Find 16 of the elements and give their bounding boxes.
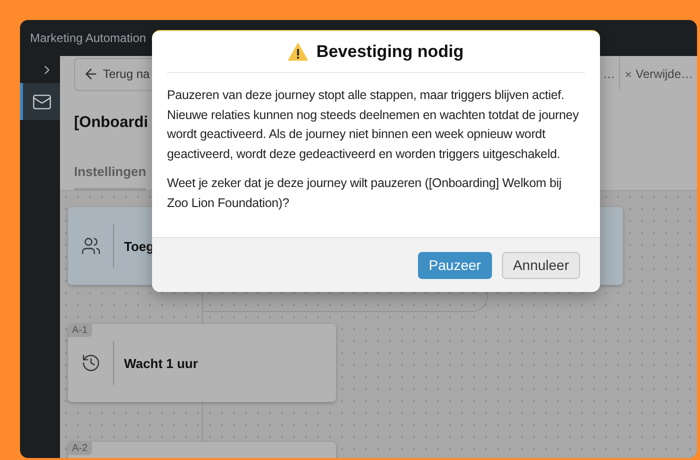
- node-card[interactable]: A-2: [68, 442, 336, 458]
- warning-icon: [288, 42, 308, 60]
- node-card[interactable]: A-1 Wacht 1 uur: [68, 324, 336, 402]
- history-icon: [80, 353, 100, 373]
- dialog-title: Bevestiging nodig: [316, 42, 464, 62]
- dialog-text: Pauzeren van deze journey stopt alle stappen, maar triggers blijven actief. Nieuwe relaties kunnen nog steeds deelnemen en wachten totdat de journey wordt geactiveerd. Als de journey niet binnen een week opnieuw wordt geactiveerd, wordt deze gedeactiveerd en worden triggers uitgeschakeld.: [167, 87, 580, 163]
- cancel-button[interactable]: Annuleer: [502, 252, 580, 278]
- page-title: [Onboardi: [74, 113, 148, 133]
- confirm-button[interactable]: Pauzeer: [418, 252, 492, 278]
- dialog-text: Weet je zeker dat je deze journey wilt pauzeren ([Onboarding] Welkom bij Zoo Lion Foundation)?: [167, 175, 562, 212]
- sidebar-item[interactable]: [20, 83, 60, 120]
- people-icon: [80, 236, 100, 256]
- node-badge: A-2: [68, 442, 92, 455]
- app-title: Marketing Automation: [30, 31, 146, 45]
- node-title: Wacht 1 uur: [124, 356, 198, 370]
- node-badge: A-1: [68, 324, 92, 337]
